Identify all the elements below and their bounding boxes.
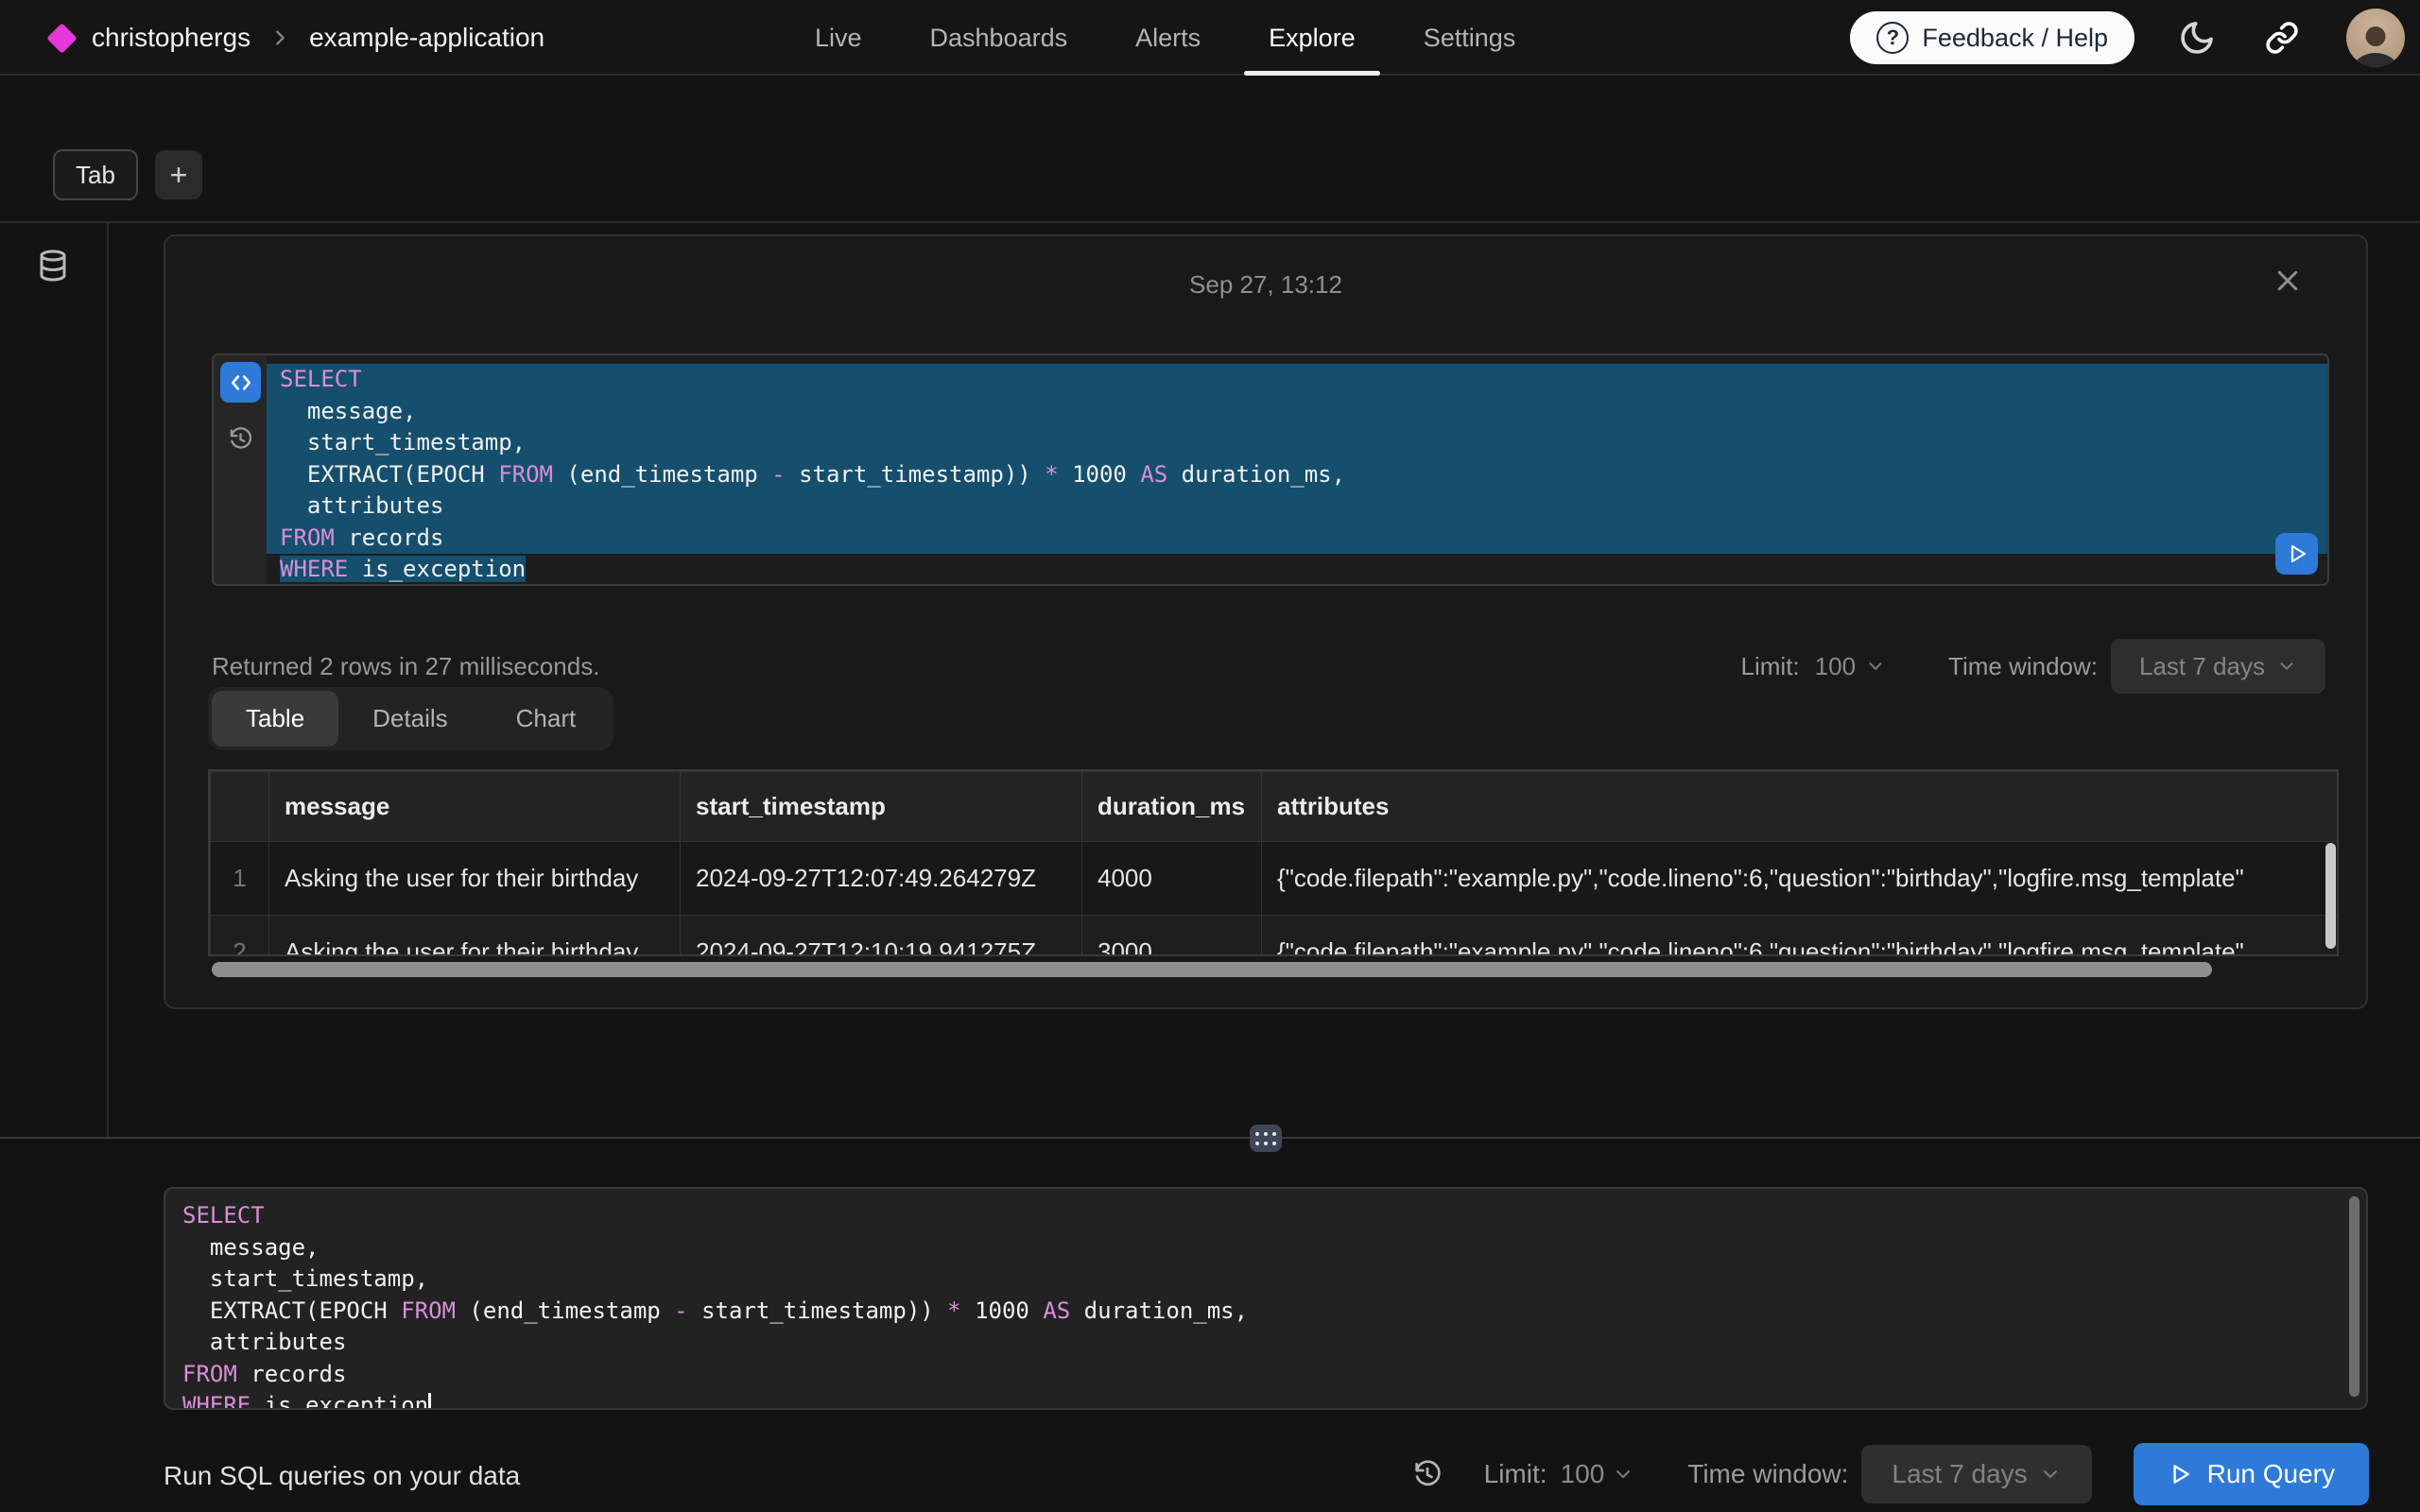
close-card-button[interactable] xyxy=(2273,266,2302,295)
add-tab-button[interactable]: + xyxy=(155,150,202,199)
nav-item-explore[interactable]: Explore xyxy=(1269,0,1356,76)
breadcrumb: christophergs example-application xyxy=(51,0,544,76)
history-icon xyxy=(228,426,253,452)
horizontal-scrollbar-thumb[interactable] xyxy=(212,962,2212,977)
time-window-label: Time window: xyxy=(1687,1459,1848,1489)
table-header-row: message start_timestamp duration_ms attr… xyxy=(211,772,2340,842)
code-icon xyxy=(229,370,253,395)
theme-toggle-button[interactable] xyxy=(2178,19,2216,57)
play-icon xyxy=(2286,542,2308,565)
nav-item-dashboards[interactable]: Dashboards xyxy=(930,0,1068,76)
cell-duration-ms: 3000 xyxy=(1082,916,1262,957)
nav-item-settings[interactable]: Settings xyxy=(1424,0,1516,76)
help-circle-icon: ? xyxy=(1876,22,1909,54)
cell-attributes: {"code.filepath":"example.py","code.line… xyxy=(1262,842,2340,916)
view-tab-table[interactable]: Table xyxy=(212,691,338,747)
run-historical-query-button[interactable] xyxy=(2275,533,2318,575)
query-block-gutter xyxy=(214,355,267,584)
avatar[interactable] xyxy=(2346,9,2405,67)
view-tab-details[interactable]: Details xyxy=(338,691,481,747)
database-icon xyxy=(36,248,70,284)
feedback-help-button[interactable]: ? Feedback / Help xyxy=(1850,11,2135,64)
link-icon xyxy=(2265,21,2299,55)
query-history-button[interactable] xyxy=(1412,1459,1443,1489)
result-summary: Returned 2 rows in 27 milliseconds. xyxy=(212,652,599,681)
results-table-wrapper: message start_timestamp duration_ms attr… xyxy=(208,769,2339,956)
header-divider xyxy=(0,221,2420,223)
run-query-button[interactable]: Run Query xyxy=(2134,1443,2369,1505)
nav-item-live[interactable]: Live xyxy=(815,0,862,76)
column-header-duration-ms[interactable]: duration_ms xyxy=(1082,772,1262,842)
time-window-value: Last 7 days xyxy=(1892,1459,2027,1489)
nav-item-alerts[interactable]: Alerts xyxy=(1135,0,1201,76)
pane-drag-handle[interactable] xyxy=(1250,1125,1282,1152)
query-timestamp: Sep 27, 13:12 xyxy=(165,270,2366,300)
view-tab-chart[interactable]: Chart xyxy=(482,691,611,747)
breadcrumb-org[interactable]: christophergs xyxy=(92,23,251,53)
column-header-message[interactable]: message xyxy=(269,772,681,842)
table-row[interactable]: 2 Asking the user for their birthday 202… xyxy=(211,916,2340,957)
column-header-start-timestamp[interactable]: start_timestamp xyxy=(681,772,1082,842)
chevron-down-icon xyxy=(2276,656,2297,677)
breadcrumb-chevron-icon xyxy=(269,27,290,48)
table-row[interactable]: 1 Asking the user for their birthday 202… xyxy=(211,842,2340,916)
logfire-logo-diamond[interactable] xyxy=(46,23,78,54)
drag-dots-icon xyxy=(1255,1132,1276,1145)
query-history-card: Sep 27, 13:12 SELECT message, start_time… xyxy=(164,234,2368,1009)
limit-value[interactable]: 100 xyxy=(1815,652,1856,681)
pane-splitter-line xyxy=(0,1137,2420,1139)
moon-icon xyxy=(2178,19,2216,57)
editor-hint: Run SQL queries on your data xyxy=(164,1461,520,1491)
time-window-value: Last 7 days xyxy=(2139,652,2265,681)
schema-browser-button[interactable] xyxy=(36,248,70,284)
result-summary-row: Returned 2 rows in 27 milliseconds. Limi… xyxy=(212,638,2325,695)
time-window-select[interactable]: Last 7 days xyxy=(1861,1445,2091,1503)
row-number: 1 xyxy=(211,842,269,916)
top-nav: christophergs example-application Live D… xyxy=(0,0,2420,76)
cell-message: Asking the user for their birthday xyxy=(269,916,681,957)
history-icon xyxy=(1412,1459,1443,1489)
cell-duration-ms: 4000 xyxy=(1082,842,1262,916)
footer-controls: Limit: 100 Time window: Last 7 days Run … xyxy=(1412,1443,2369,1505)
sql-editor[interactable]: SELECT message, start_timestamp, EXTRACT… xyxy=(164,1187,2368,1410)
cell-attributes: {"code.filepath":"example.py","code.line… xyxy=(1262,916,2340,957)
nav-right-group: ? Feedback / Help xyxy=(1850,0,2420,76)
editor-vertical-scrollbar-thumb[interactable] xyxy=(2349,1196,2360,1397)
row-number: 2 xyxy=(211,916,269,957)
time-window-label: Time window: xyxy=(1948,652,2098,681)
close-icon xyxy=(2273,266,2302,295)
table-horizontal-scrollbar xyxy=(208,960,2339,979)
copy-to-editor-button[interactable] xyxy=(220,362,261,403)
column-header-attributes[interactable]: attributes xyxy=(1262,772,2340,842)
limit-label: Limit: xyxy=(1741,652,1800,681)
run-query-label: Run Query xyxy=(2207,1459,2335,1489)
sql-editor-text[interactable]: SELECT message, start_timestamp, EXTRACT… xyxy=(165,1189,2366,1410)
sidebar-divider xyxy=(107,223,109,1137)
results-table: message start_timestamp duration_ms attr… xyxy=(210,771,2339,956)
card-query-controls: Limit: 100 Time window: Last 7 days xyxy=(1741,639,2325,694)
query-history-button[interactable] xyxy=(228,426,253,452)
chevron-down-icon xyxy=(2039,1463,2062,1486)
limit-label: Limit: xyxy=(1484,1459,1547,1489)
time-window-select[interactable]: Last 7 days xyxy=(2111,639,2325,694)
result-view-tabs: Table Details Chart xyxy=(208,687,614,750)
play-icon xyxy=(2168,1462,2192,1486)
historical-sql-text[interactable]: SELECT message, start_timestamp, EXTRACT… xyxy=(267,355,2327,584)
cell-start-timestamp: 2024-09-27T12:07:49.264279Z xyxy=(681,842,1082,916)
breadcrumb-project[interactable]: example-application xyxy=(309,23,544,53)
table-vertical-scrollbar-thumb[interactable] xyxy=(2325,843,2336,949)
chevron-down-icon[interactable] xyxy=(1865,656,1886,677)
row-number-header xyxy=(211,772,269,842)
chevron-down-icon[interactable] xyxy=(1612,1463,1634,1486)
historical-query-block[interactable]: SELECT message, start_timestamp, EXTRACT… xyxy=(212,353,2329,586)
tab-chip[interactable]: Tab xyxy=(53,149,138,200)
tab-bar: Tab + xyxy=(53,149,202,200)
cell-message: Asking the user for their birthday xyxy=(269,842,681,916)
share-link-button[interactable] xyxy=(2265,21,2299,55)
main-nav: Live Dashboards Alerts Explore Settings xyxy=(815,0,1515,76)
cell-start-timestamp: 2024-09-27T12:10:19.941275Z xyxy=(681,916,1082,957)
limit-value[interactable]: 100 xyxy=(1561,1459,1605,1489)
feedback-help-label: Feedback / Help xyxy=(1922,24,2108,53)
